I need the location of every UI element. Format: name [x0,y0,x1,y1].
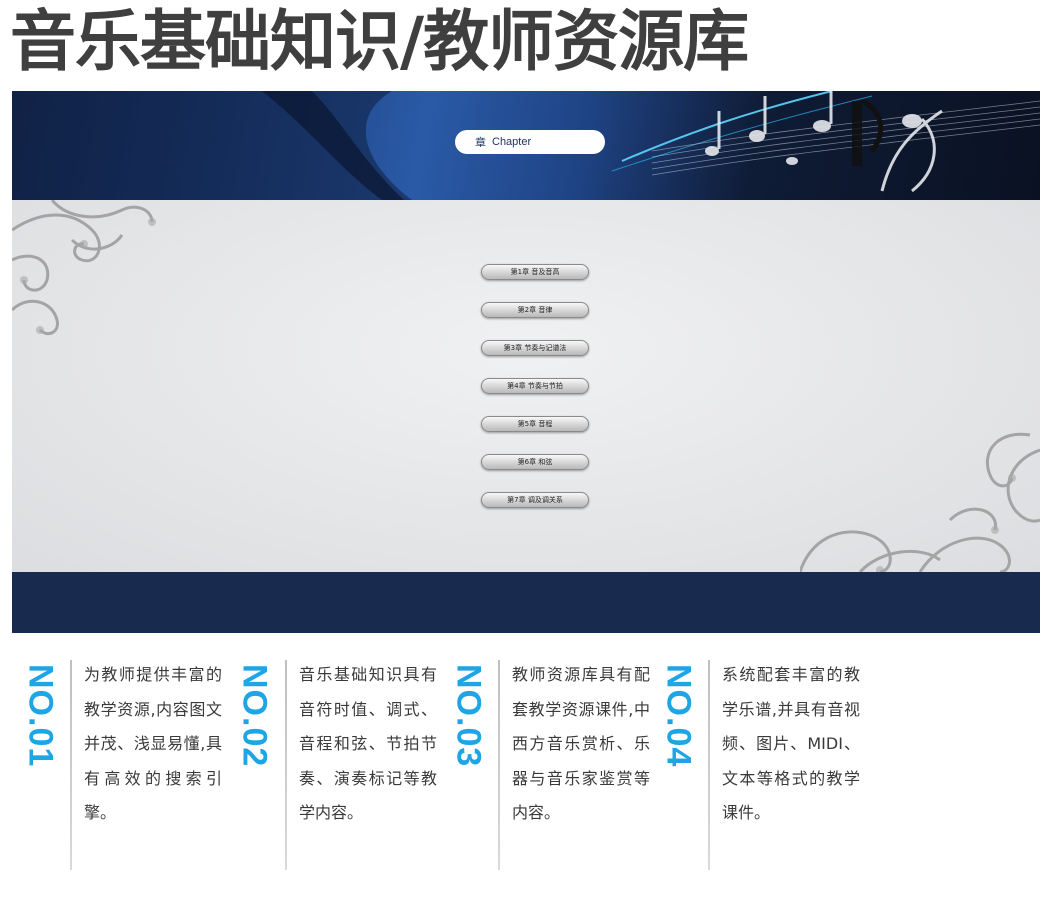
ornament-bottom-right-icon [800,432,1040,572]
chapter-7-button[interactable]: 第7章 调及调关系 [481,492,589,508]
feature-number: NO.01 [21,664,60,768]
chapter-6-button[interactable]: 第6章 和弦 [481,454,589,470]
chapter-2-button[interactable]: 第2章 音律 [481,302,589,318]
chapter-3-button[interactable]: 第3章 节奏与记谱法 [481,340,589,356]
banner: 章 Chapter [12,91,1040,200]
page-title: 音乐基础知识/教师资源库 [10,3,749,80]
feature-text: 系统配套丰富的教学乐谱,并具有音视频、图片、MIDI、文本等格式的教学课件。 [722,665,860,822]
ornament-top-left-icon [12,200,156,336]
feature-divider [498,660,500,870]
feature-text: 音乐基础知识具有音符时值、调式、音程和弦、节拍节奏、演奏标记等教学内容。 [299,665,437,822]
chapter-content-area: 第1章 音及音高 第2章 音律 第3章 节奏与记谱法 第4章 节奏与节拍 第5章… [12,200,1040,572]
feature-divider [708,660,710,870]
feature-divider [285,660,287,870]
chapter-pill[interactable]: 章 Chapter [455,130,605,154]
chapter-pill-label: Chapter [492,136,532,148]
chapter-5-button[interactable]: 第5章 音程 [481,416,589,432]
feature-number: NO.03 [449,664,488,768]
feature-text: 为教师提供丰富的教学资源,内容图文并茂、浅显易懂,具有高效的搜索引擎。 [84,665,222,822]
features-section: NO.01 为教师提供丰富的教学资源,内容图文并茂、浅显易懂,具有高效的搜索引擎… [0,650,1053,897]
chapter-glyph: 章 [475,136,486,149]
chapter-1-button[interactable]: 第1章 音及音高 [481,264,589,280]
feature-number: NO.02 [235,664,274,768]
feature-number: NO.04 [659,664,698,768]
app-screen: 章 Chapter 第1章 音及音高 第2章 音律 第3章 节奏与记谱法 第4章… [12,91,1040,633]
chapter-4-button[interactable]: 第4章 节奏与节拍 [481,378,589,394]
feature-divider [70,660,72,870]
footer-band [12,572,1040,633]
feature-text: 教师资源库具有配套教学资源课件,中西方音乐赏析、乐器与音乐家鉴赏等内容。 [512,665,650,822]
